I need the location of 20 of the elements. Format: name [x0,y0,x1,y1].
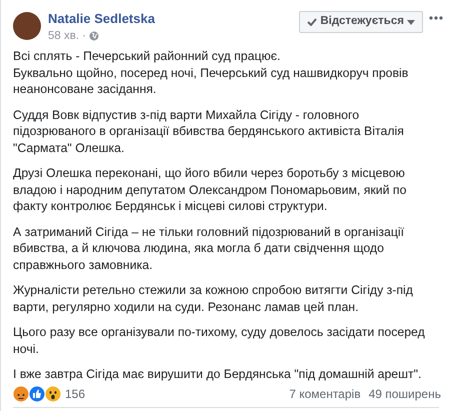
like-reaction-icon[interactable] [29,386,45,402]
post-paragraph: Друзі Олешка переконані, що його вбили через боротьбу з місцевою владою і народним депутатом Олександром Пономарьовим, який по факту контролює Бердянськ і місцеві силові структури. [13,165,408,214]
post-paragraph: Суддя Вовк відпустив з-під варти Михайла Сігіду - головного підозрюваного в організації вбивства бердянського активіста Віталія "Сармата" Олешка. [13,106,405,156]
more-icon[interactable] [429,16,443,20]
post-time[interactable]: 58 хв. · [48,29,86,43]
avatar[interactable] [13,12,41,40]
wow-reaction-icon[interactable] [45,386,61,402]
post-paragraph: Цього разу все організували по-тихому, суду довелось засідати посеред ночі. [13,324,426,357]
post-paragraph: І вже завтра Сігіда має вирушити до Бердянська "під домашній арешт". [13,366,422,382]
author-name[interactable]: Natalie Sedletska [48,11,300,27]
comments-link[interactable]: 7 коментарів [289,385,361,403]
reaction-count[interactable]: 156 [65,385,86,403]
post-paragraph: А затриманий Сігіда – не тільки головний підозрюваний в організації вбивства, а й ключова людина, яка могла б дати свідчення щодо справжнього замовника. [13,224,406,273]
globe-icon [89,31,100,41]
angry-reaction-icon[interactable] [13,386,29,402]
caret-icon [407,20,415,24]
shares-link[interactable]: 49 поширень [368,385,441,403]
post-paragraph: Всі сплять - Печерський районний суд працює. Буквально щойно, посеред ночі, Печерський суд нашвидкоруч провів неанонсоване засідання. [13,48,410,98]
follow-button[interactable]: Відстежується [299,11,423,33]
post-paragraph: Журналісти ретельно стежили за кожною спробою витягти Сігіду з-під варти, регулярно ходили на суди. Резонанс ламав цей план. [13,282,414,315]
